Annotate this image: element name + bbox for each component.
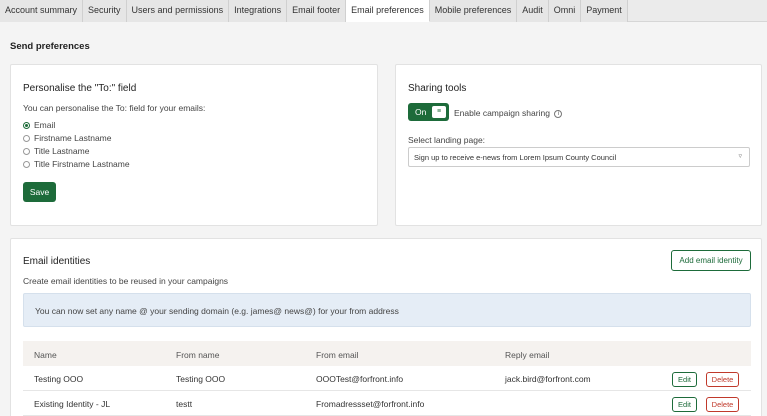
identities-table-header: Name From name From email Reply email: [23, 341, 751, 366]
edit-button[interactable]: Edit: [672, 372, 697, 387]
toggle-label: On: [415, 107, 427, 117]
radio-selected-icon: [23, 121, 30, 129]
radio-icon: [23, 160, 30, 168]
table-row: Testing OOO Testing OOO OOOTest@forfront…: [23, 368, 751, 391]
tab-mobile-preferences[interactable]: Mobile preferences: [429, 0, 518, 22]
radio-label: Firstname Lastname: [34, 133, 112, 143]
column-header-name: Name: [34, 350, 57, 360]
column-header-from-name: From name: [176, 350, 220, 360]
landing-page-select[interactable]: Sign up to receive e-news from Lorem Ips…: [408, 147, 750, 167]
radio-option-firstname-lastname[interactable]: Firstname Lastname: [23, 133, 111, 143]
edit-button[interactable]: Edit: [672, 397, 697, 412]
personalise-intro: You can personalise the To: field for yo…: [23, 103, 206, 113]
column-header-from-email: From email: [316, 350, 359, 360]
sharing-tools-card: Sharing tools On ≡ Enable campaign shari…: [395, 64, 762, 226]
cell-name: Testing OOO: [34, 374, 84, 384]
tab-email-footer[interactable]: Email footer: [287, 0, 347, 22]
radio-label: Title Firstname Lastname: [34, 159, 130, 169]
enable-sharing-label: Enable campaign sharing i: [454, 108, 563, 118]
tab-security[interactable]: Security: [83, 0, 127, 22]
tab-email-preferences[interactable]: Email preferences: [346, 0, 430, 22]
delete-button[interactable]: Delete: [706, 372, 739, 387]
cell-reply-email: jack.bird@forfront.com: [505, 374, 591, 384]
radio-option-title-lastname[interactable]: Title Lastname: [23, 146, 89, 156]
tab-users-permissions[interactable]: Users and permissions: [126, 0, 230, 22]
radio-option-title-firstname-lastname[interactable]: Title Firstname Lastname: [23, 159, 130, 169]
settings-tab-bar: Account summary Security Users and permi…: [0, 0, 767, 22]
landing-page-value: Sign up to receive e-news from Lorem Ips…: [414, 153, 617, 162]
identities-subtitle: Create email identities to be reused in …: [23, 276, 229, 286]
column-header-reply-email: Reply email: [505, 350, 550, 360]
radio-label: Title Lastname: [34, 146, 90, 156]
add-email-identity-button[interactable]: Add email identity: [671, 250, 751, 271]
cell-name: Existing Identity - JL: [34, 399, 111, 409]
info-icon[interactable]: i: [554, 109, 563, 118]
toggle-knob-icon: ≡: [432, 106, 446, 118]
save-button[interactable]: Save: [23, 182, 56, 202]
personalise-title: Personalise the "To:" field: [23, 83, 137, 94]
radio-icon: [23, 147, 30, 155]
cell-from-email: OOOTest@forfront.info: [316, 374, 404, 384]
chevron-down-icon: ▿: [738, 153, 742, 160]
email-identities-card: Email identities Add email identity Crea…: [10, 238, 762, 416]
table-row: Existing Identity - JL testt Fromadresss…: [23, 393, 751, 416]
tab-payment[interactable]: Payment: [581, 0, 628, 22]
sharing-title: Sharing tools: [408, 83, 467, 94]
campaign-sharing-toggle[interactable]: On ≡: [408, 103, 449, 121]
landing-page-label: Select landing page:: [408, 135, 486, 145]
delete-button[interactable]: Delete: [706, 397, 739, 412]
tab-account-summary[interactable]: Account summary: [0, 0, 84, 22]
enable-sharing-text: Enable campaign sharing: [454, 108, 550, 118]
identities-title: Email identities: [23, 256, 91, 267]
radio-option-email[interactable]: Email: [23, 120, 55, 130]
tab-omni[interactable]: Omni: [548, 0, 582, 22]
personalise-card: Personalise the "To:" field You can pers…: [10, 64, 378, 226]
cell-from-name: testt: [176, 399, 193, 409]
page-title: Send preferences: [10, 41, 90, 52]
cell-from-name: Testing OOO: [176, 374, 226, 384]
tab-integrations[interactable]: Integrations: [229, 0, 288, 22]
radio-icon: [23, 134, 30, 142]
tab-audit[interactable]: Audit: [517, 0, 549, 22]
radio-label: Email: [34, 120, 56, 130]
info-banner: You can now set any name @ your sending …: [23, 293, 751, 327]
cell-from-email: Fromadressset@forfront.info: [316, 399, 425, 409]
